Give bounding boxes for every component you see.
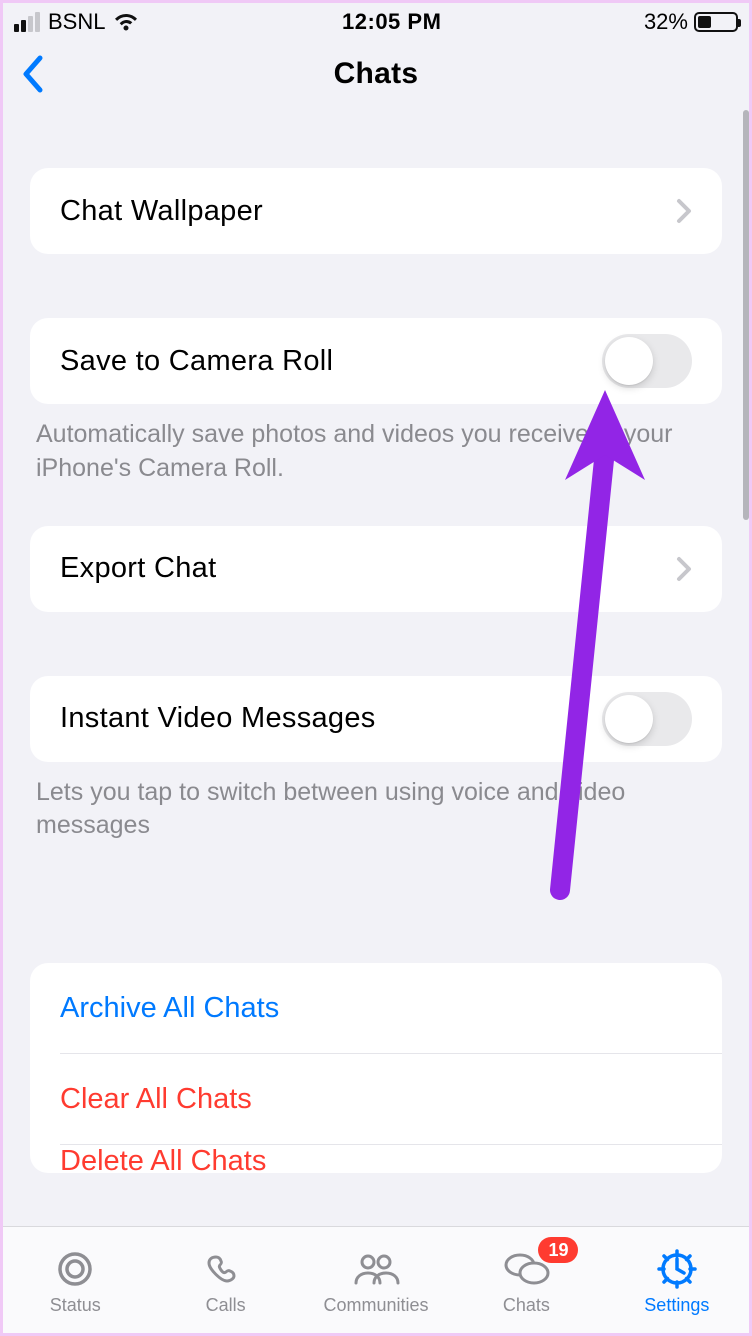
instant-video-messages-row[interactable]: Instant Video Messages bbox=[30, 676, 722, 762]
tab-chats-label: Chats bbox=[503, 1295, 550, 1316]
save-to-camera-roll-footer: Automatically save photos and videos you… bbox=[30, 404, 722, 486]
clear-all-chats-label: Clear All Chats bbox=[60, 1083, 252, 1116]
export-chat-label: Export Chat bbox=[60, 552, 216, 585]
nav-bar: Chats bbox=[0, 44, 752, 104]
status-time: 12:05 PM bbox=[342, 9, 441, 35]
cellular-signal-icon bbox=[14, 12, 40, 32]
tab-bar: Status Calls Communities 19 Chats bbox=[0, 1226, 752, 1336]
page-title: Chats bbox=[334, 57, 419, 91]
back-button[interactable] bbox=[10, 52, 54, 96]
status-right: 32% bbox=[644, 9, 738, 35]
clear-all-chats-button[interactable]: Clear All Chats bbox=[30, 1054, 722, 1144]
battery-icon bbox=[694, 12, 738, 32]
tab-status-label: Status bbox=[50, 1295, 101, 1316]
instant-video-messages-toggle[interactable] bbox=[602, 692, 692, 746]
tab-settings[interactable]: Settings bbox=[602, 1227, 752, 1336]
chevron-right-icon bbox=[676, 556, 692, 582]
save-to-camera-roll-toggle[interactable] bbox=[602, 334, 692, 388]
tab-calls[interactable]: Calls bbox=[150, 1227, 300, 1336]
save-to-camera-roll-label: Save to Camera Roll bbox=[60, 345, 333, 378]
carrier-label: BSNL bbox=[48, 9, 105, 35]
delete-all-chats-label: Delete All Chats bbox=[60, 1145, 266, 1173]
tab-calls-label: Calls bbox=[206, 1295, 246, 1316]
tab-status[interactable]: Status bbox=[0, 1227, 150, 1336]
tab-communities[interactable]: Communities bbox=[301, 1227, 451, 1336]
save-to-camera-roll-row[interactable]: Save to Camera Roll bbox=[30, 318, 722, 404]
chat-wallpaper-label: Chat Wallpaper bbox=[60, 195, 263, 228]
tab-communities-label: Communities bbox=[324, 1295, 429, 1316]
tab-settings-label: Settings bbox=[644, 1295, 709, 1316]
chevron-right-icon bbox=[676, 198, 692, 224]
status-bar: BSNL 12:05 PM 32% bbox=[0, 0, 752, 44]
settings-scroll-area: Chat Wallpaper Save to Camera Roll Autom… bbox=[0, 104, 752, 1226]
wifi-icon bbox=[113, 12, 139, 32]
instant-video-messages-label: Instant Video Messages bbox=[60, 702, 376, 735]
actions-list: Archive All Chats Clear All Chats Delete… bbox=[30, 963, 722, 1173]
gear-icon bbox=[655, 1247, 699, 1291]
archive-all-chats-button[interactable]: Archive All Chats bbox=[30, 963, 722, 1053]
archive-all-chats-label: Archive All Chats bbox=[60, 992, 279, 1025]
scroll-indicator[interactable] bbox=[743, 110, 749, 520]
communities-icon bbox=[350, 1247, 402, 1291]
chat-wallpaper-row[interactable]: Chat Wallpaper bbox=[30, 168, 722, 254]
export-chat-row[interactable]: Export Chat bbox=[30, 526, 722, 612]
instant-video-messages-footer: Lets you tap to switch between using voi… bbox=[30, 762, 722, 844]
tab-chats[interactable]: 19 Chats bbox=[451, 1227, 601, 1336]
battery-percent: 32% bbox=[644, 9, 688, 35]
delete-all-chats-button[interactable]: Delete All Chats bbox=[30, 1145, 722, 1173]
phone-icon bbox=[204, 1247, 248, 1291]
chats-badge: 19 bbox=[538, 1237, 578, 1263]
status-left: BSNL bbox=[14, 9, 139, 35]
status-icon bbox=[53, 1247, 97, 1291]
